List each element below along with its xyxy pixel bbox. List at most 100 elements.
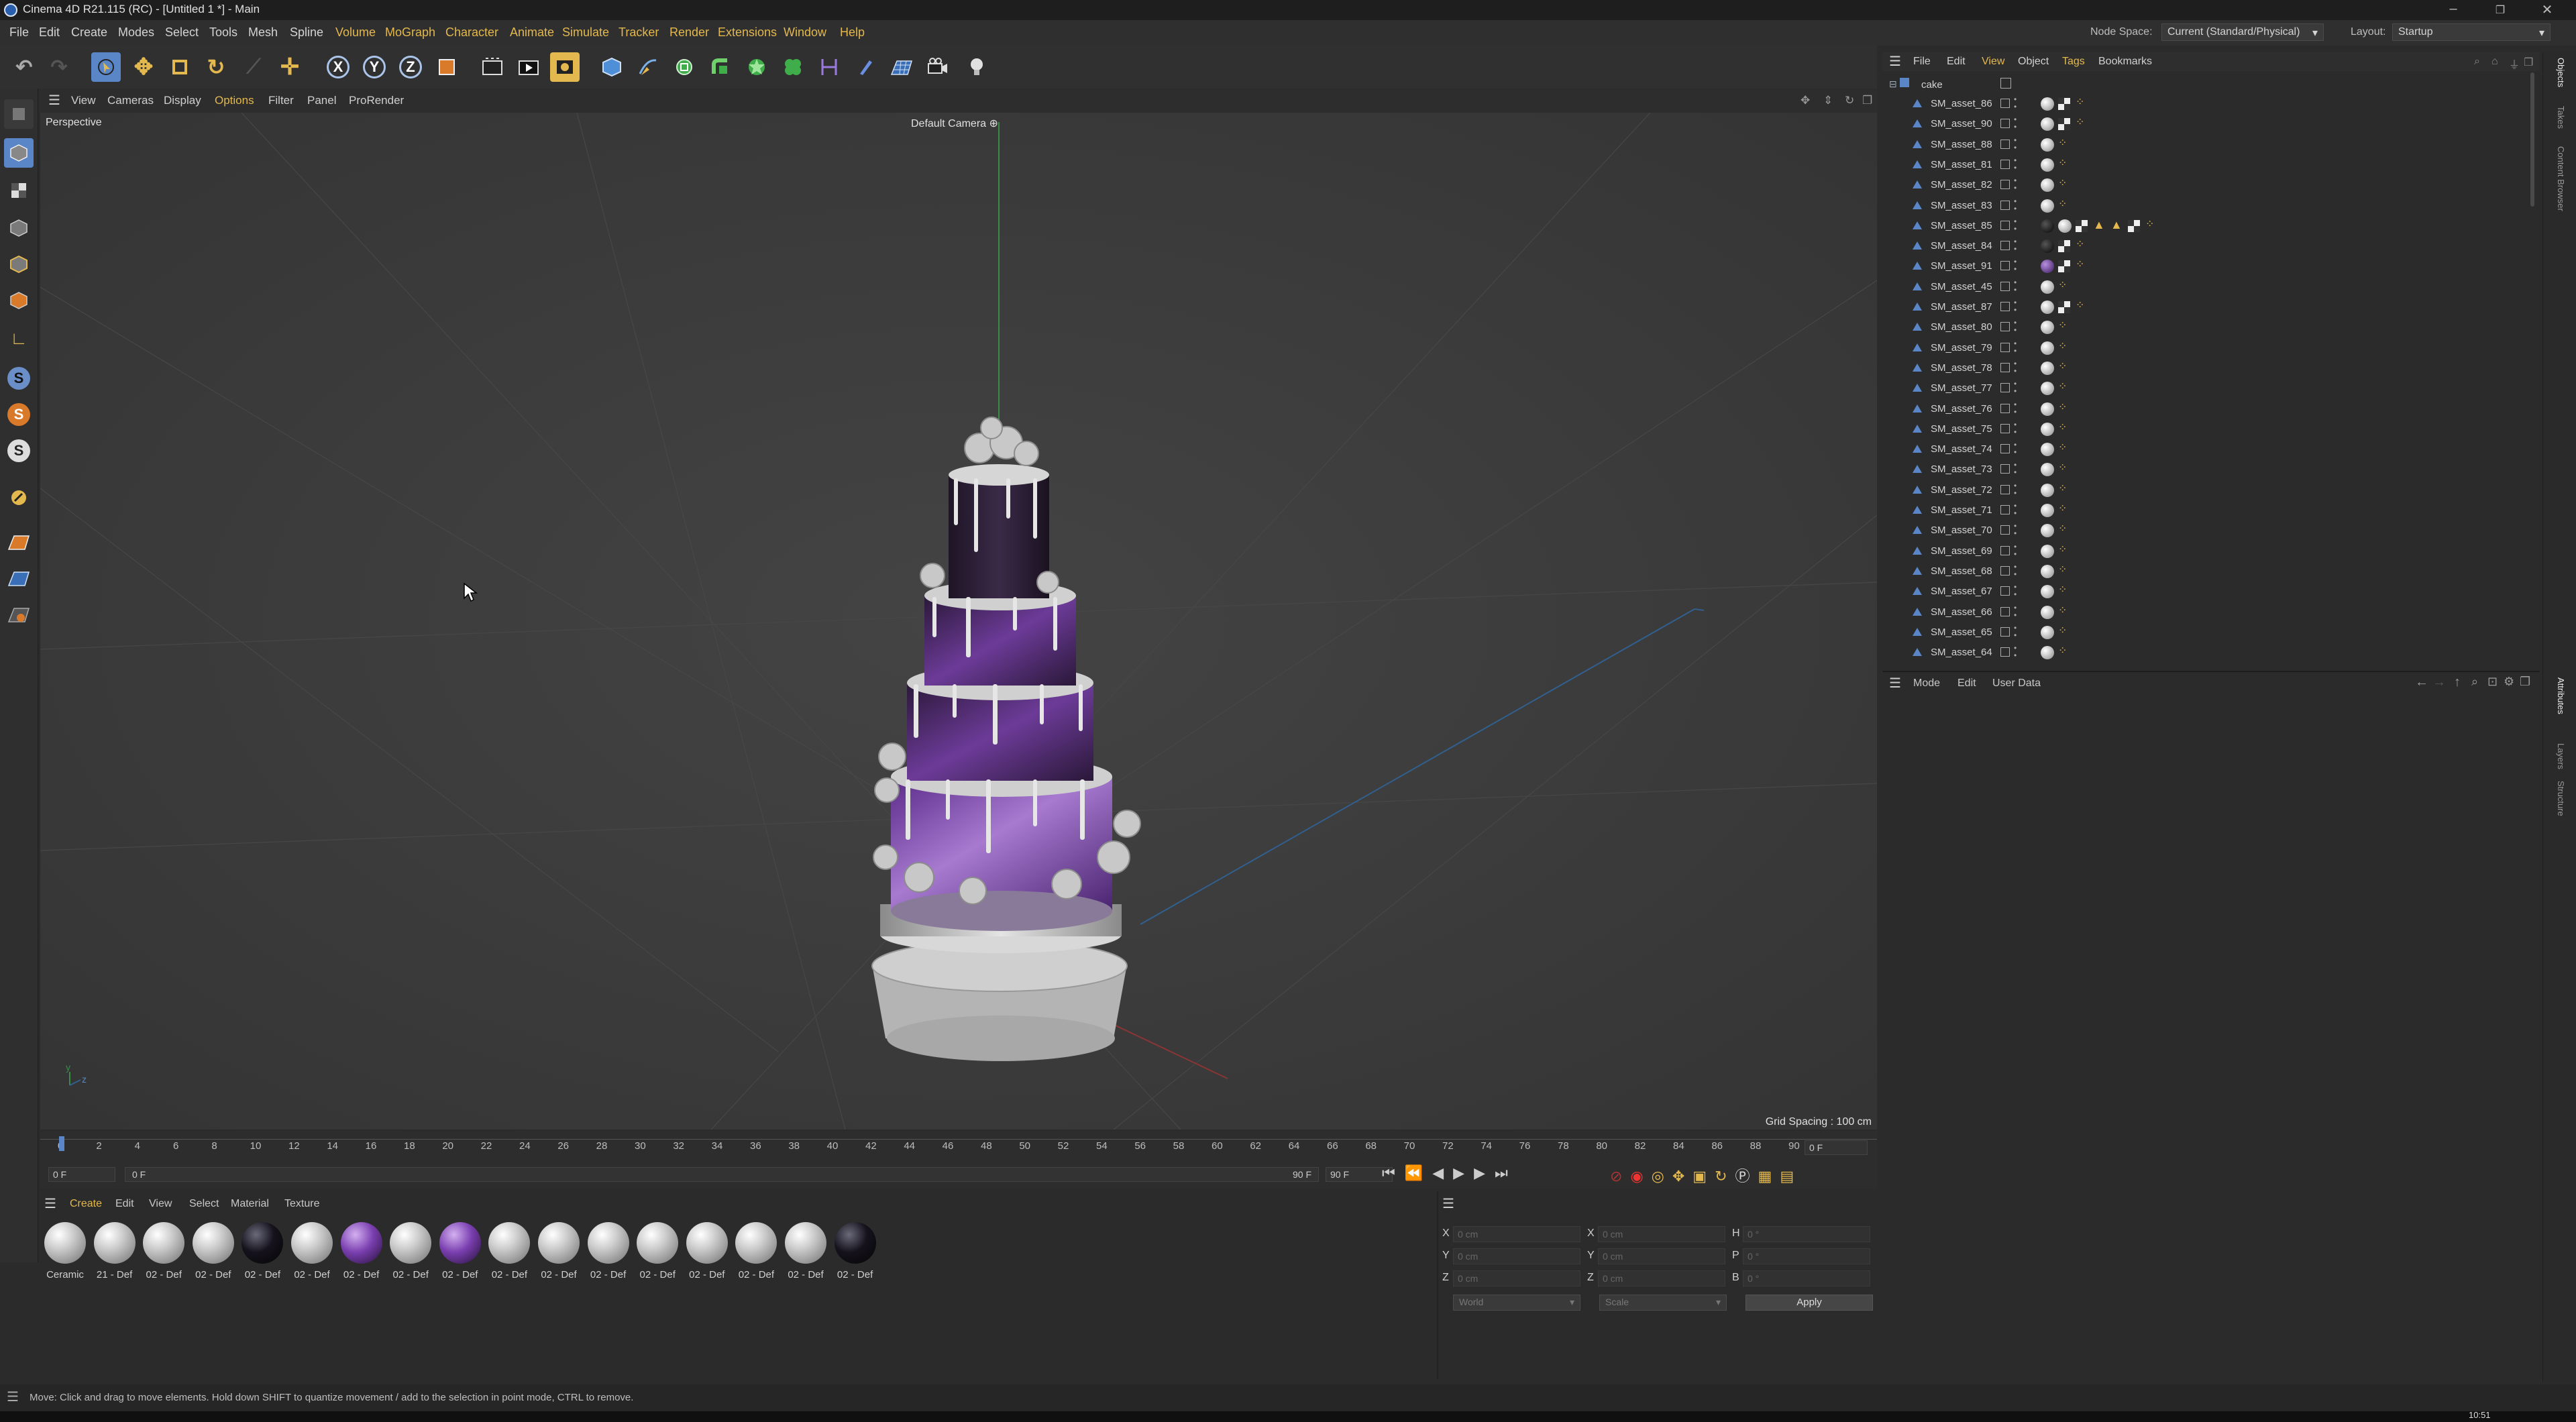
material-tag-icon[interactable] [2041, 524, 2054, 538]
object-row[interactable]: SM_asset_75 • • ⁘ [1882, 419, 2540, 439]
material-swatch[interactable]: 02 - Def [437, 1222, 484, 1280]
coordinate-value-field[interactable]: 0 cm [1598, 1248, 1725, 1264]
prev-frame-icon[interactable]: ◀ [1432, 1164, 1453, 1181]
record-keys-icon[interactable]: ⊘ [1610, 1168, 1630, 1185]
key-pla-icon[interactable]: ▦ [1758, 1168, 1780, 1185]
material-tag-icon[interactable] [2041, 321, 2054, 335]
rotate-tool-icon[interactable]: ↻ [201, 52, 231, 82]
timeline-playhead[interactable] [59, 1136, 64, 1151]
object-list-scrollbar[interactable] [2530, 72, 2534, 207]
material-tag-icon[interactable] [2041, 280, 2054, 294]
menu-extensions[interactable]: Extensions [718, 25, 777, 40]
close-icon[interactable]: ✕ [2537, 1, 2557, 18]
object-menu-view[interactable]: View [1982, 56, 2004, 68]
coordinate-system-icon[interactable] [432, 52, 462, 82]
hamburger-menu-icon[interactable]: ☰ [44, 1195, 56, 1212]
layer-checkbox-icon[interactable] [2000, 505, 2010, 514]
move-tool-icon[interactable]: ✥ [129, 52, 158, 82]
texture-tag-icon[interactable] [2058, 98, 2070, 110]
menu-character[interactable]: Character [445, 25, 498, 40]
visibility-dots-icon[interactable]: • • [2014, 298, 2017, 314]
cloner-icon[interactable] [742, 52, 771, 82]
visibility-dots-icon[interactable]: • • [2014, 237, 2017, 253]
coordinate-value-field[interactable]: 0 ° [1743, 1248, 1870, 1264]
material-tag-icon[interactable] [2041, 138, 2054, 152]
layer-checkbox-icon[interactable] [2000, 423, 2010, 433]
tab-attributes[interactable]: Attributes [2556, 677, 2566, 714]
tweak-mode-icon[interactable] [4, 483, 34, 512]
material-tag-icon[interactable] [2041, 504, 2054, 517]
paint-brush-icon[interactable] [851, 52, 880, 82]
menu-volume[interactable]: Volume [335, 25, 376, 40]
object-row[interactable]: SM_asset_79 • • ⁘ [1882, 338, 2540, 358]
redo-icon[interactable]: ↷ [44, 52, 74, 82]
material-tag-icon[interactable] [2041, 422, 2054, 436]
object-menu-edit[interactable]: Edit [1947, 56, 1966, 68]
viewport-pan-icon[interactable]: ✥ [1801, 94, 1810, 107]
layer-checkbox-icon[interactable] [2000, 99, 2010, 108]
coordinate-value-field[interactable]: 0 cm [1453, 1270, 1580, 1287]
layer-checkbox-icon[interactable] [2000, 159, 2010, 169]
viewport-zoom-icon[interactable]: ⇕ [1823, 94, 1833, 107]
layer-checkbox-icon[interactable] [2000, 261, 2010, 271]
object-row[interactable]: SM_asset_87 • • ⁘ [1882, 297, 2540, 317]
material-tag-icon[interactable] [2041, 585, 2054, 599]
phong-tag-icon[interactable]: ⁘ [2076, 298, 2084, 312]
object-row[interactable]: SM_asset_81 • • ⁘ [1882, 155, 2540, 175]
visibility-dots-icon[interactable]: • • [2014, 644, 2017, 659]
x-axis-icon[interactable]: X [323, 52, 353, 82]
minimize-icon[interactable]: – [2443, 1, 2463, 17]
phong-tag-icon[interactable]: ⁘ [2076, 258, 2084, 271]
tab-objects[interactable]: Objects [2556, 58, 2566, 87]
material-swatch[interactable]: 02 - Def [288, 1222, 335, 1280]
material-tag-icon[interactable] [2041, 300, 2054, 314]
3d-viewport[interactable]: y z Perspective Default Camera ⊕ Grid Sp… [40, 113, 1877, 1130]
material-tag-icon[interactable] [2041, 219, 2054, 233]
layout-dropdown[interactable]: Startup ▾ [2392, 23, 2551, 41]
bend-deformer-icon[interactable] [706, 52, 735, 82]
make-editable-icon[interactable] [4, 99, 34, 129]
phong-tag-icon[interactable]: ⁘ [2058, 482, 2067, 495]
object-menu-object[interactable]: Object [2018, 56, 2049, 68]
layer-checkbox-icon[interactable] [2000, 119, 2010, 129]
prev-key-icon[interactable]: ⏪ [1405, 1164, 1432, 1181]
layer-checkbox-icon[interactable] [2000, 525, 2010, 535]
layer-checkbox-icon[interactable] [2000, 342, 2010, 352]
object-menu-bookmarks[interactable]: Bookmarks [2098, 56, 2152, 68]
material-swatch[interactable]: 02 - Def [733, 1222, 780, 1280]
visibility-dots-icon[interactable]: • • [2014, 502, 2017, 517]
visibility-dots-icon[interactable]: • • [2014, 421, 2017, 436]
phong-tag-icon[interactable]: ⁘ [2058, 604, 2067, 617]
coordinate-value-field[interactable]: 0 ° [1743, 1226, 1870, 1242]
visibility-dots-icon[interactable]: • • [2014, 95, 2017, 111]
lock-icon[interactable]: ⊡ [2487, 675, 2498, 689]
mograph-cloner-icon[interactable] [778, 52, 808, 82]
object-row[interactable]: SM_asset_68 • • ⁘ [1882, 561, 2540, 582]
material-tag-icon[interactable] [2041, 544, 2054, 558]
render-to-picture-viewer-icon[interactable] [514, 52, 543, 82]
object-menu-file[interactable]: File [1913, 56, 1931, 68]
phong-tag-icon[interactable]: ⁘ [2058, 421, 2067, 434]
search-icon[interactable]: ⌕ [2474, 56, 2480, 68]
hamburger-menu-icon[interactable]: ☰ [7, 1388, 19, 1405]
material-menu-texture[interactable]: Texture [284, 1198, 319, 1210]
viewport-menu-view[interactable]: View [71, 94, 96, 107]
current-frame-field[interactable]: 0 F [1805, 1140, 1868, 1155]
material-tag-icon[interactable] [2041, 341, 2054, 355]
settings-icon[interactable]: ⚙ [2504, 675, 2514, 689]
goto-end-icon[interactable]: ⏭ [1495, 1164, 1517, 1181]
phong-tag-icon[interactable]: ⁘ [2058, 522, 2067, 535]
object-row[interactable]: SM_asset_86 • • ⁘ [1882, 94, 2540, 114]
tab-takes[interactable]: Takes [2556, 106, 2566, 129]
object-row[interactable]: SM_asset_80 • • ⁘ [1882, 317, 2540, 337]
object-row[interactable]: SM_asset_64 • • ⁘ [1882, 643, 2540, 663]
material-swatch[interactable]: 21 - Def [91, 1222, 138, 1280]
layer-checkbox-icon[interactable] [2000, 241, 2010, 251]
visibility-dots-icon[interactable]: • • [2014, 360, 2017, 375]
phong-tag-icon[interactable]: ⁘ [2058, 319, 2067, 332]
viewport-menu-filter[interactable]: Filter [268, 94, 294, 107]
cube-icon[interactable] [597, 52, 627, 82]
material-tag-icon[interactable] [2041, 361, 2054, 375]
live-selection-icon[interactable] [91, 52, 121, 82]
material-swatch[interactable]: 02 - Def [684, 1222, 731, 1280]
